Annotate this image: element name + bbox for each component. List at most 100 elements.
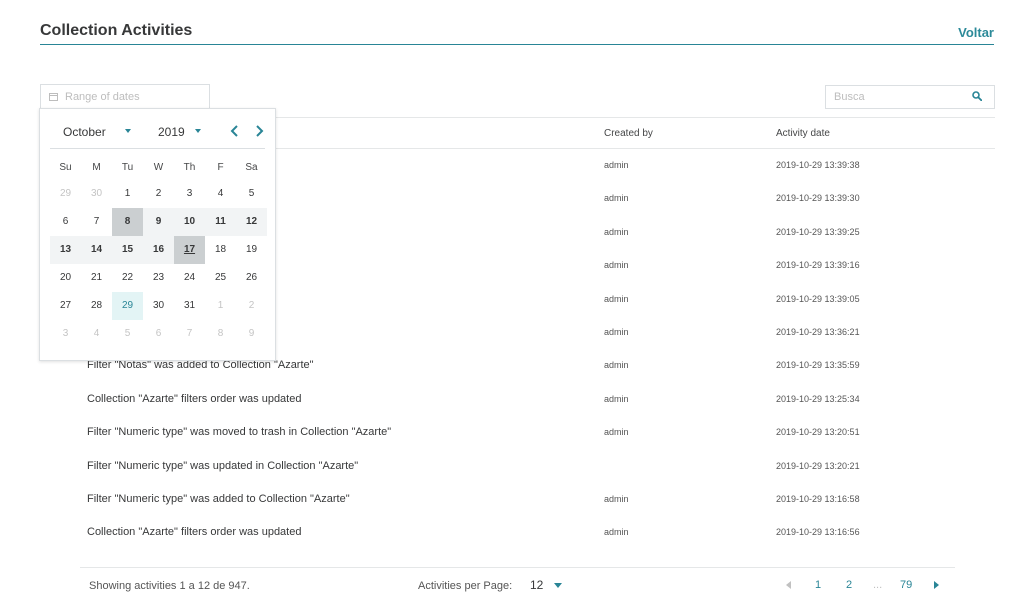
chevron-down-icon xyxy=(554,582,563,588)
calendar-grid: Su M Tu W Th F Sa 29 30 1 2 3 4 5 6 7 8 9 10 11 12 13 14 15 16 17… xyxy=(50,156,267,348)
calendar-day[interactable]: 20 xyxy=(50,264,81,292)
month-select[interactable]: October xyxy=(63,125,106,139)
calendar-day[interactable]: 7 xyxy=(81,208,112,236)
calendar-day[interactable]: 21 xyxy=(81,264,112,292)
calendar-day[interactable]: 4 xyxy=(205,180,236,208)
date-range-input[interactable]: Range of dates xyxy=(40,84,210,109)
calendar-day[interactable]: 4 xyxy=(81,320,112,348)
search-input[interactable] xyxy=(826,87,966,107)
activity-created-by: admin xyxy=(604,326,629,337)
search-box xyxy=(825,85,995,109)
calendar-day[interactable]: 19 xyxy=(236,236,267,264)
calendar-day[interactable]: 3 xyxy=(50,320,81,348)
calendar-day[interactable]: 9 xyxy=(236,320,267,348)
calendar-day[interactable]: 29 xyxy=(50,180,81,208)
activity-date: 2019-10-29 13:16:58 xyxy=(776,493,860,504)
activity-description: Filter "Numeric type" was added to Colle… xyxy=(87,492,350,505)
table-row[interactable]: Collection "Azarte" filters order was up… xyxy=(80,383,955,416)
activity-date: 2019-10-29 13:39:38 xyxy=(776,160,860,170)
table-row[interactable]: Collection "Azarte" filters order was up… xyxy=(80,516,955,549)
date-picker-header: October 2019 xyxy=(40,109,275,149)
calendar-day[interactable]: 2 xyxy=(143,180,174,208)
footer-divider xyxy=(80,567,955,568)
calendar-day[interactable]: 15 xyxy=(112,236,143,264)
weekday-label: Su xyxy=(59,162,72,173)
calendar-day[interactable]: 26 xyxy=(236,264,267,292)
activity-date: 2019-10-29 13:20:21 xyxy=(776,460,860,471)
calendar-day[interactable]: 17 xyxy=(174,236,205,264)
activity-date: 2019-10-29 13:35:59 xyxy=(776,360,860,371)
calendar-day[interactable]: 31 xyxy=(174,292,205,320)
activity-description: Filter "Numeric type" was updated in Col… xyxy=(87,459,359,472)
next-page-icon[interactable] xyxy=(934,581,939,589)
year-chevron-down-icon[interactable] xyxy=(195,129,201,133)
calendar-day[interactable]: 1 xyxy=(205,292,236,320)
activity-description: Collection "Azarte" filters order was up… xyxy=(87,526,302,539)
activity-date: 2019-10-29 13:36:21 xyxy=(776,326,860,337)
weekday-label: W xyxy=(153,162,164,173)
activity-created-by: admin xyxy=(604,493,629,504)
activity-created-by: admin xyxy=(604,427,629,438)
calendar-day[interactable]: 8 xyxy=(205,320,236,348)
column-activity-date[interactable]: Activity date xyxy=(776,128,830,139)
activity-date: 2019-10-29 13:39:25 xyxy=(776,226,860,237)
table-row[interactable]: Filter "Numeric type" was moved to trash… xyxy=(80,416,955,449)
page-2[interactable]: 2 xyxy=(846,579,852,591)
calendar-day[interactable]: 27 xyxy=(50,292,81,320)
calendar-day[interactable]: 10 xyxy=(174,208,205,236)
calendar-day[interactable]: 16 xyxy=(143,236,174,264)
page-1[interactable]: 1 xyxy=(815,579,821,591)
calendar-day[interactable]: 7 xyxy=(174,320,205,348)
per-page-select[interactable]: 12 xyxy=(530,578,563,592)
activity-description: Filter "Notas" was added to Collection "… xyxy=(87,359,314,372)
table-row[interactable]: Filter "Numeric type" was updated in Col… xyxy=(80,450,955,483)
activity-created-by: admin xyxy=(604,527,629,538)
calendar-day[interactable]: 2 xyxy=(236,292,267,320)
calendar-day[interactable]: 30 xyxy=(143,292,174,320)
activity-created-by: admin xyxy=(604,260,629,271)
calendar-day[interactable]: 14 xyxy=(81,236,112,264)
date-range-placeholder: Range of dates xyxy=(65,91,140,103)
calendar-day[interactable]: 24 xyxy=(174,264,205,292)
calendar-day[interactable]: 22 xyxy=(112,264,143,292)
activity-date: 2019-10-29 13:20:51 xyxy=(776,427,860,438)
weekday-label: M xyxy=(92,162,101,173)
activity-description: Collection "Azarte" filters order was up… xyxy=(87,392,302,405)
calendar-day[interactable]: 9 xyxy=(143,208,174,236)
calendar-day[interactable]: 25 xyxy=(205,264,236,292)
calendar-day[interactable]: 5 xyxy=(236,180,267,208)
activity-created-by: admin xyxy=(604,193,629,204)
chevron-right-icon[interactable] xyxy=(252,124,266,138)
previous-page-icon[interactable] xyxy=(786,581,791,589)
column-created-by[interactable]: Created by xyxy=(604,128,653,139)
weekday-label: Th xyxy=(183,162,196,173)
calendar-day[interactable]: 5 xyxy=(112,320,143,348)
calendar-day[interactable]: 18 xyxy=(205,236,236,264)
activity-date: 2019-10-29 13:16:56 xyxy=(776,527,860,538)
activity-description: Filter "Numeric type" was moved to trash… xyxy=(87,426,392,439)
calendar-day[interactable]: 8 xyxy=(112,208,143,236)
calendar-day[interactable]: 11 xyxy=(205,208,236,236)
calendar-day[interactable]: 3 xyxy=(174,180,205,208)
calendar-day[interactable]: 6 xyxy=(143,320,174,348)
calendar-day[interactable]: 13 xyxy=(50,236,81,264)
calendar-day[interactable]: 1 xyxy=(112,180,143,208)
month-chevron-down-icon[interactable] xyxy=(125,129,131,133)
calendar-day[interactable]: 29 xyxy=(112,292,143,320)
activity-date: 2019-10-29 13:39:30 xyxy=(776,193,860,204)
per-page-label: Activities per Page: xyxy=(418,580,513,592)
calendar-day[interactable]: 23 xyxy=(143,264,174,292)
back-link[interactable]: Voltar xyxy=(958,25,994,40)
calendar-day[interactable]: 28 xyxy=(81,292,112,320)
search-icon[interactable] xyxy=(972,91,982,101)
year-select[interactable]: 2019 xyxy=(158,125,185,139)
calendar-day[interactable]: 12 xyxy=(236,208,267,236)
pagination-info: Showing activities 1 a 12 de 947. xyxy=(89,580,250,592)
calendar-day[interactable]: 6 xyxy=(50,208,81,236)
table-row[interactable]: Filter "Numeric type" was added to Colle… xyxy=(80,483,955,516)
activity-date: 2019-10-29 13:39:05 xyxy=(776,293,860,304)
page-79[interactable]: 79 xyxy=(900,579,912,591)
calendar-day[interactable]: 30 xyxy=(81,180,112,208)
title-divider xyxy=(40,44,994,45)
chevron-left-icon[interactable] xyxy=(228,124,242,138)
